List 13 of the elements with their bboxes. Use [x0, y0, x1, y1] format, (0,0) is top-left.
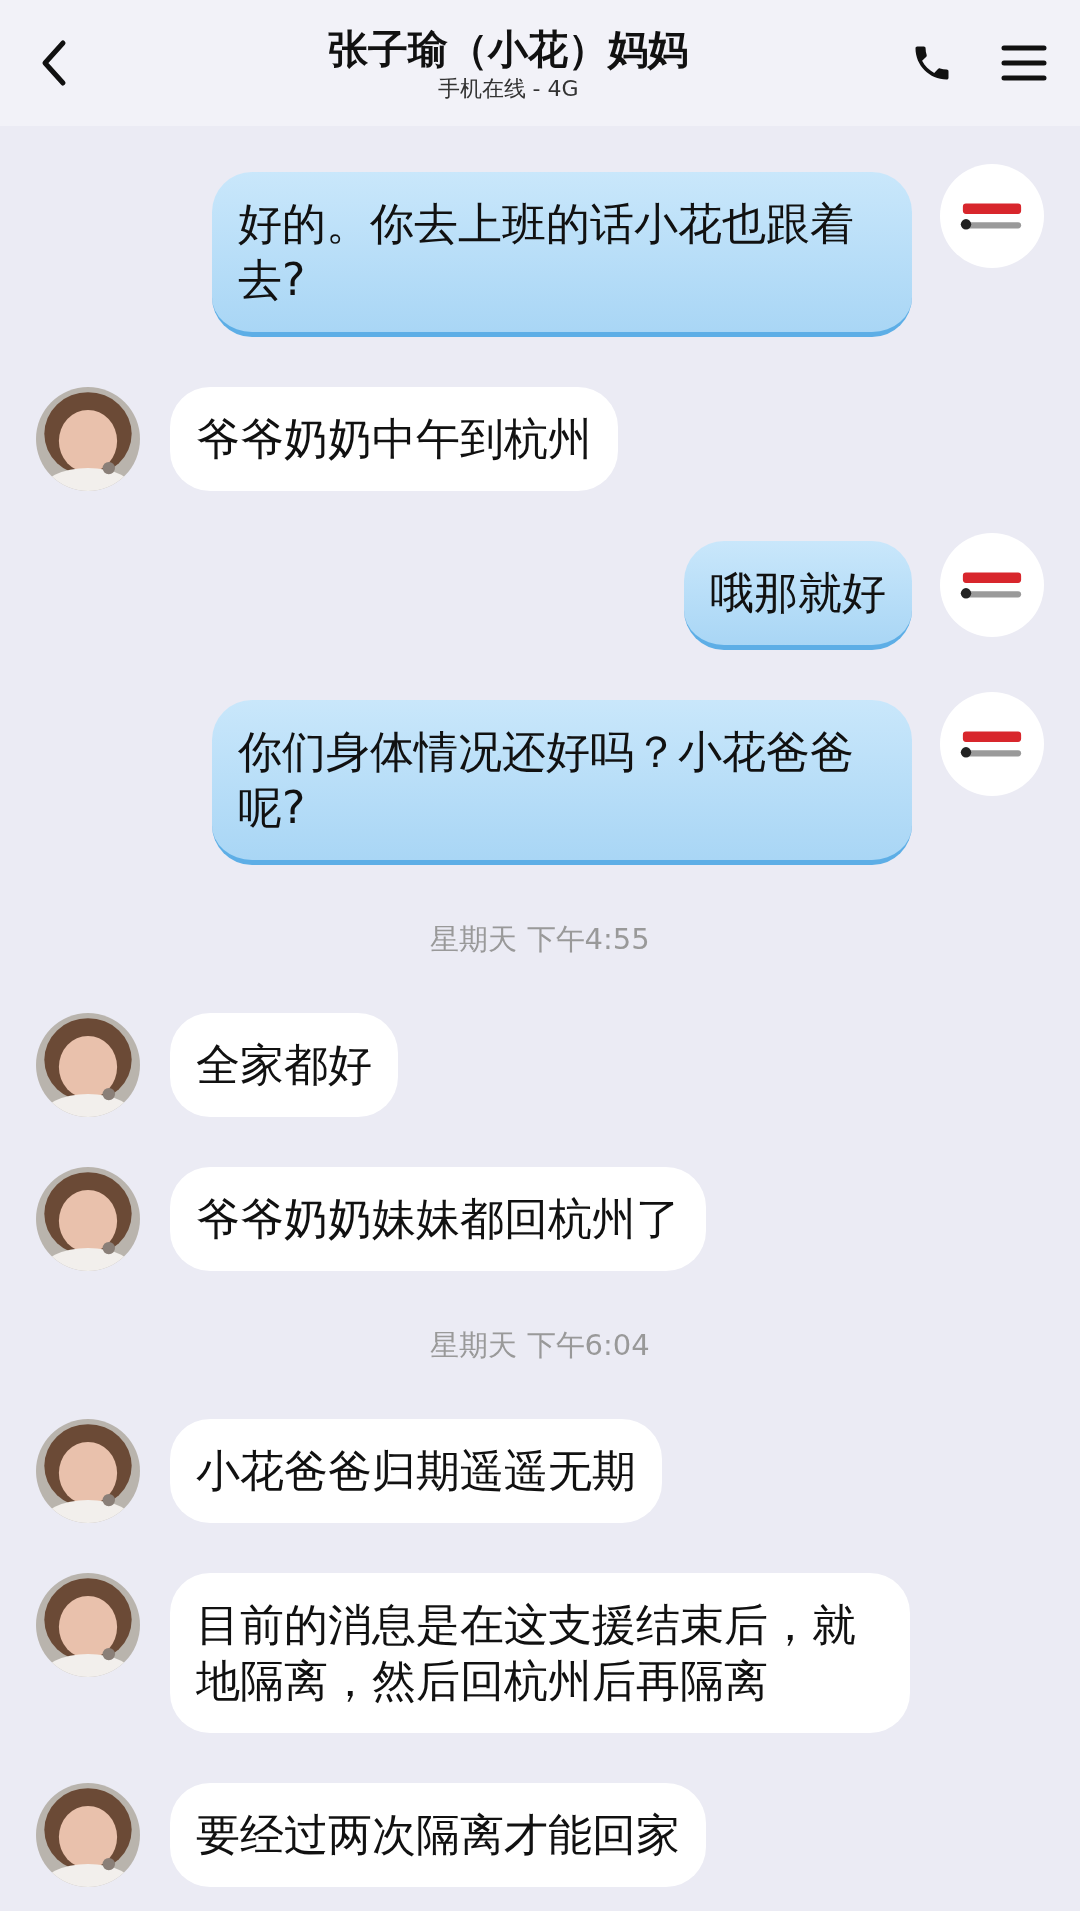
chat-title: 张子瑜（小花）妈妈 — [328, 25, 688, 74]
message-bubble: 全家都好 — [170, 1013, 398, 1117]
online-status: 手机在线 - 4G — [437, 75, 579, 103]
message-bubble: 爷爷奶奶妹妹都回杭州了 — [170, 1167, 706, 1271]
timestamp: 星期天 下午4:55 — [429, 921, 651, 958]
message-bubble: 好的。你去上班的话小花也跟着去? — [212, 172, 912, 337]
message-bubble: 小花爸爸归期遥遥无期 — [170, 1419, 662, 1523]
message-bubble: 你们身体情况还好吗？小花爸爸呢? — [212, 700, 912, 865]
message-bubble: 要经过两次隔离才能回家 — [170, 1783, 706, 1887]
message-bubble: 目前的消息是在这支援结束后，就地隔离，然后回杭州后再隔离 — [170, 1573, 910, 1733]
timestamp: 星期天 下午6:04 — [429, 1327, 651, 1364]
message-bubble: 爷爷奶奶中午到杭州 — [170, 387, 618, 491]
message-bubble: 哦那就好 — [684, 541, 912, 650]
